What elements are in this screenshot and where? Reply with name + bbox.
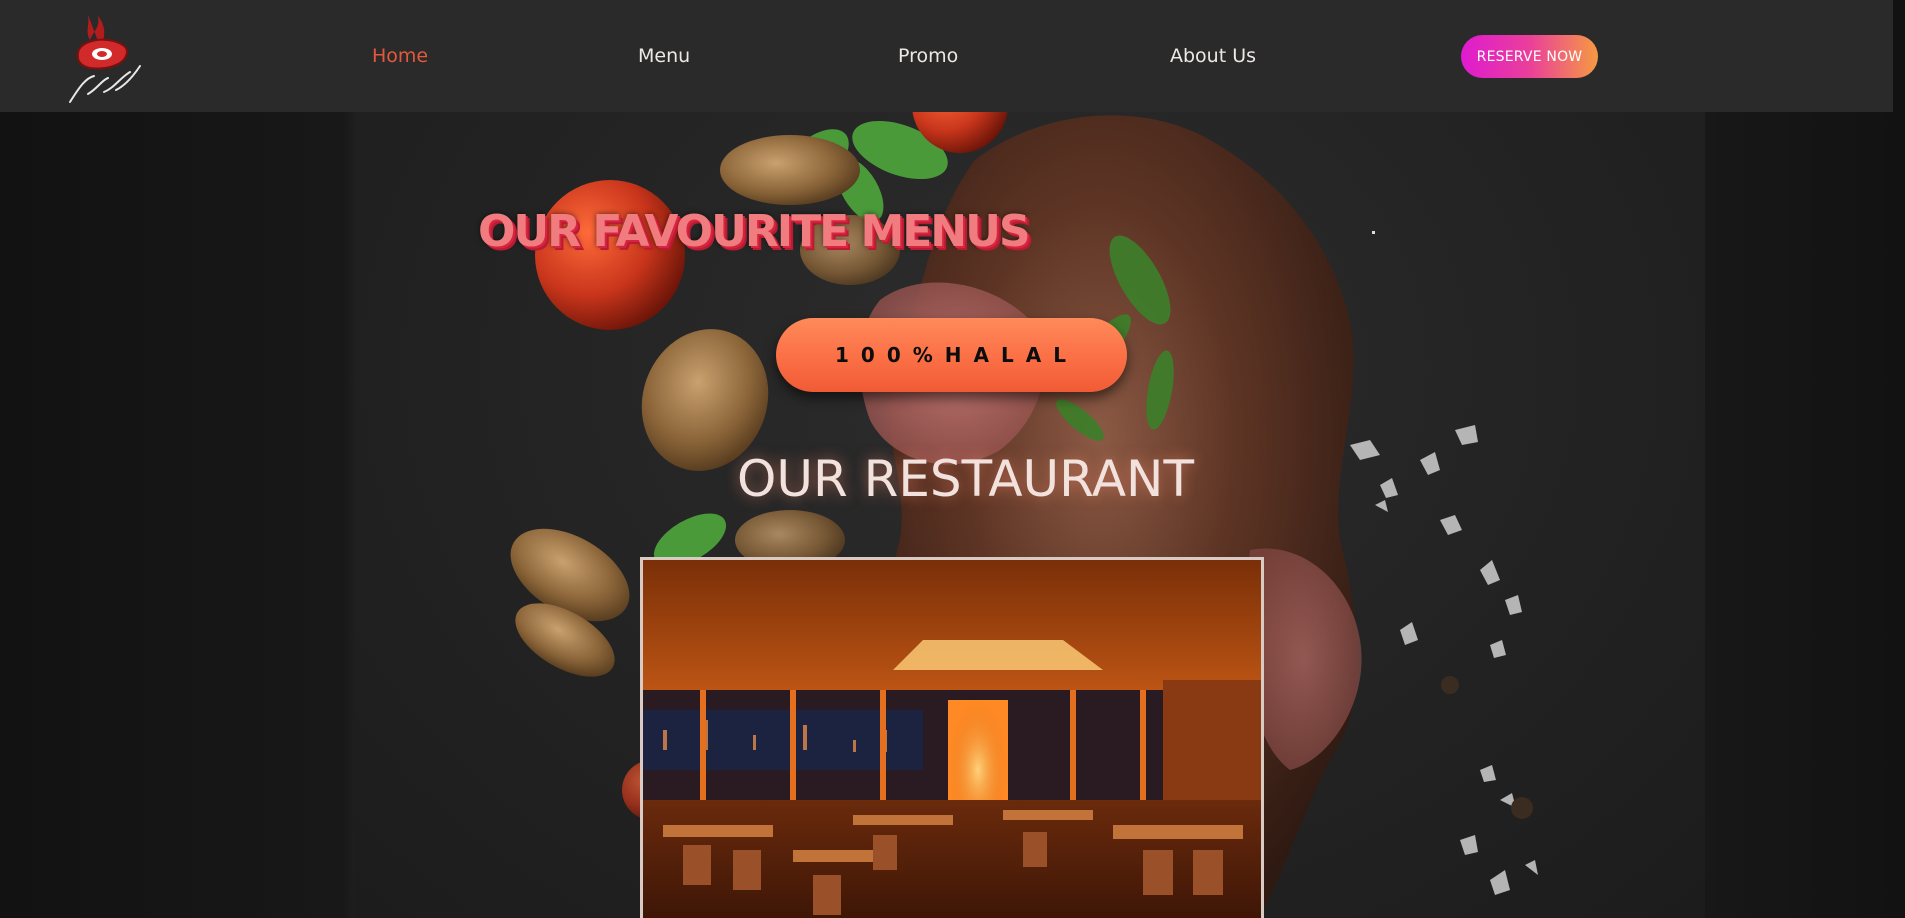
restaurant-interior-image — [643, 560, 1261, 918]
site-header: Home Menu Promo About Us RESERVE NOW — [0, 0, 1893, 112]
halal-button[interactable]: 100%HALAL — [776, 318, 1127, 392]
nav-menu[interactable]: Menu — [638, 44, 690, 68]
favourite-menus-title: OUR FAVOURITE MENUS — [478, 206, 1031, 257]
steak-flame-logo-icon — [69, 10, 141, 103]
our-restaurant-title: OUR RESTAURANT — [737, 450, 1194, 508]
restaurant-interior-photo — [640, 557, 1264, 918]
nav-promo[interactable]: Promo — [898, 44, 958, 68]
nav-about-us[interactable]: About Us — [1170, 44, 1256, 68]
reserve-now-button[interactable]: RESERVE NOW — [1461, 35, 1598, 78]
nav-home[interactable]: Home — [372, 44, 428, 68]
brand-logo[interactable] — [64, 8, 146, 108]
